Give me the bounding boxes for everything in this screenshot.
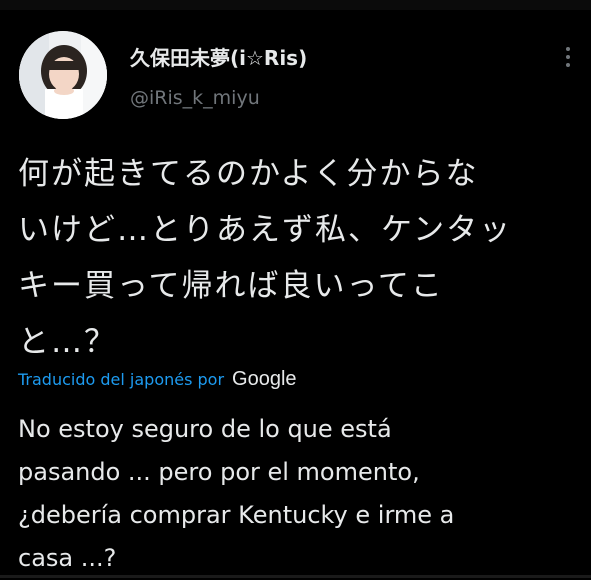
tweet-text-line: いけど…とりあえず私、ケンタッ xyxy=(18,212,513,248)
translated-text-line: No estoy seguro de lo que está xyxy=(18,415,392,443)
tweet-text-line: 何が起きてるのかよく分からな xyxy=(18,156,479,192)
avatar-image xyxy=(19,31,107,119)
translation-attribution: Traducido del japonés por Google xyxy=(18,368,297,391)
more-horizontal-icon[interactable] xyxy=(560,47,576,73)
more-dot xyxy=(566,63,570,67)
more-dot xyxy=(566,47,570,51)
translated-text-line: ¿debería comprar Kentucky e irme a xyxy=(18,501,455,529)
tweet-text: 何が起きてるのかよく分からな いけど…とりあえず私、ケンタッ キー買って帰れば良… xyxy=(18,146,574,370)
author-handle[interactable]: @iRis_k_miyu xyxy=(130,87,260,109)
translated-text: No estoy seguro de lo que está pasando .… xyxy=(18,408,574,580)
translated-by-link[interactable]: Traducido del japonés por xyxy=(18,370,224,389)
translated-text-line: pasando ... pero por el momento, xyxy=(18,458,420,486)
more-dot xyxy=(566,55,570,59)
tweet-text-line: キー買って帰れば良いってこ xyxy=(18,268,444,304)
tweet-text-line: と…？ xyxy=(18,324,117,360)
translated-text-line: casa ...? xyxy=(18,544,117,572)
google-logo: Google xyxy=(232,368,297,390)
author-avatar[interactable] xyxy=(19,31,107,119)
author-display-name[interactable]: 久保田未夢(i☆Ris) xyxy=(130,42,307,71)
top-edge xyxy=(0,0,591,10)
